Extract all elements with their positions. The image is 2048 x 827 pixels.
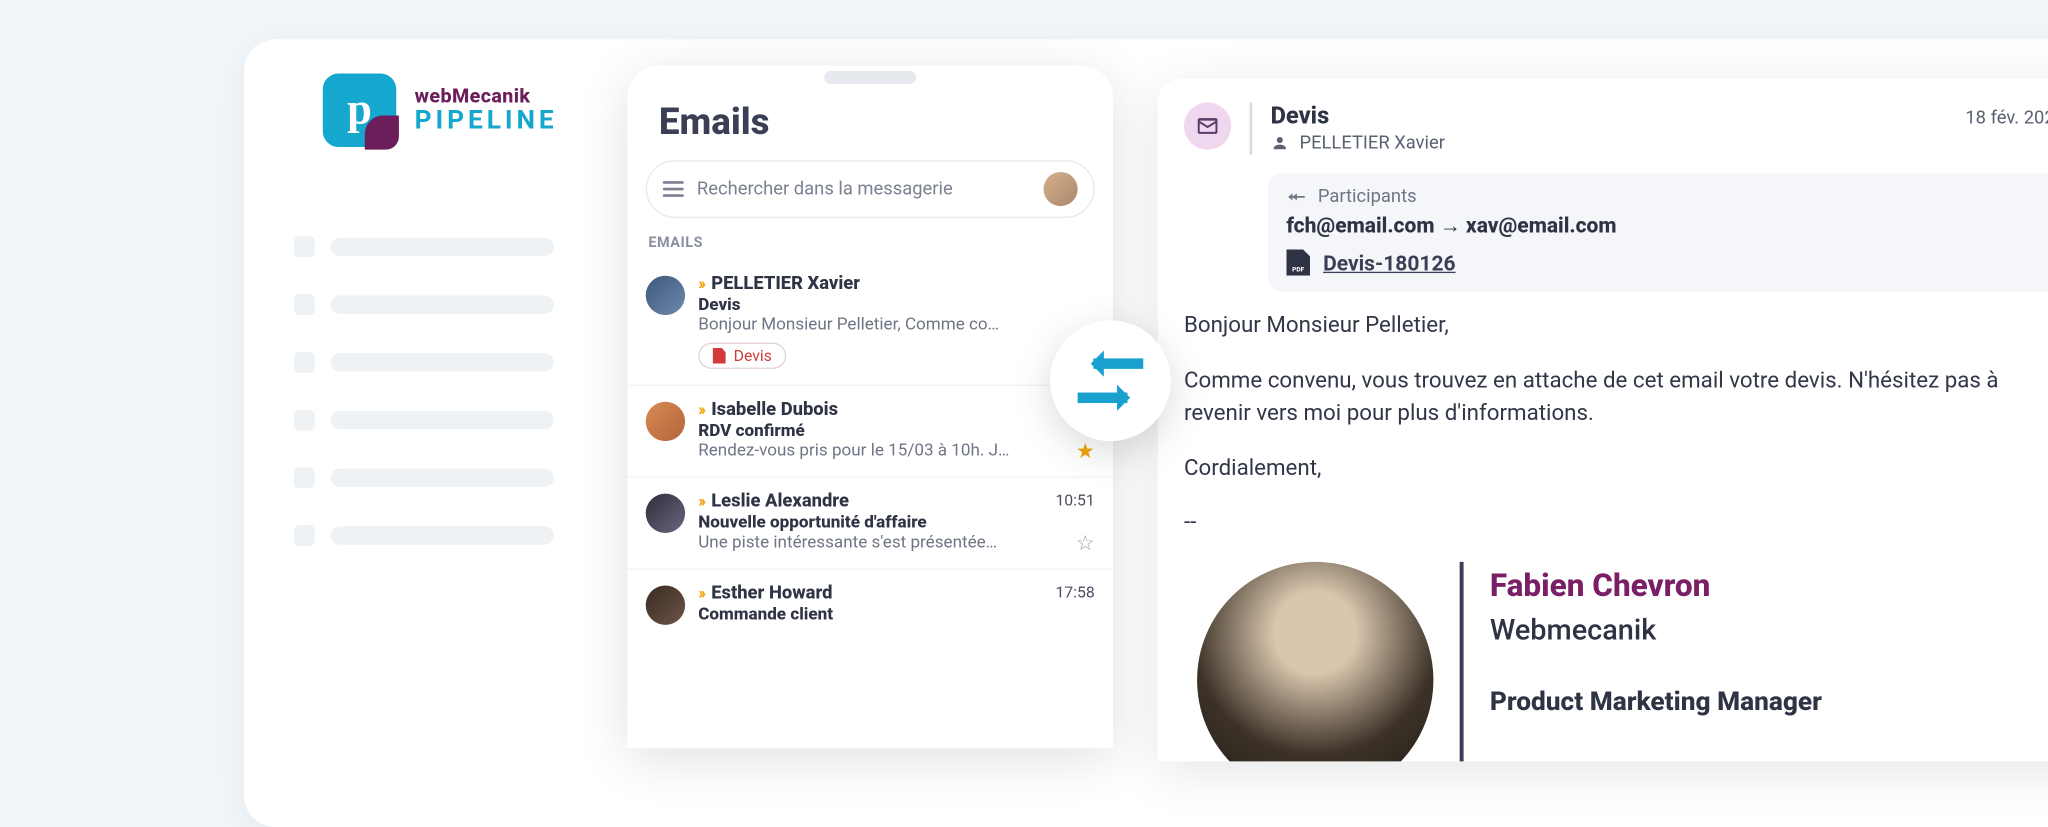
document-icon [713, 348, 726, 364]
sender-name: Leslie Alexandre [711, 491, 849, 512]
email-list-panel: Emails Rechercher dans la messagerie EMA… [627, 66, 1113, 749]
signature-role: Product Marketing Manager [1490, 681, 1822, 720]
signature-name: Fabien Chevron [1490, 561, 1822, 608]
brand-logo: p webMecanik PIPELINE [323, 74, 558, 148]
sender-avatar [646, 276, 685, 315]
email-preview: Bonjour Monsieur Pelletier, Comme co… [698, 315, 1039, 335]
email-item[interactable]: ›› PELLETIER Xavier Devis Bonjour Monsie… [627, 260, 1113, 385]
attachment-chip-label: Devis [734, 347, 772, 365]
participant-to: xav@email.com [1466, 213, 1617, 238]
reply-all-icon [1286, 186, 1307, 207]
email-item[interactable]: ›› Esther Howard Commande client 17:58 [627, 568, 1113, 640]
attachment-link[interactable]: Devis-180126 [1323, 250, 1455, 275]
pdf-icon [1286, 249, 1310, 275]
sidebar-skeleton [294, 236, 554, 583]
body-paragraph: Comme convenu, vous trouvez en attache d… [1184, 364, 2024, 431]
signature-block: Fabien Chevron Webmecanik Product Market… [1197, 561, 2048, 761]
email-time: 17:58 [1055, 583, 1094, 601]
email-preview: Rendez-vous pris pour le 15/03 à 10h. J… [698, 441, 1039, 461]
chevrons-icon: ›› [698, 492, 703, 512]
body-closing: Cordialement, [1184, 452, 2024, 485]
email-time: 10:51 [1055, 491, 1094, 509]
search-input[interactable]: Rechercher dans la messagerie [697, 179, 1030, 200]
email-subject: Commande client [698, 605, 1094, 625]
email-subject: RDV confirmé [698, 421, 1094, 441]
participants-block: Participants fch@email.com → xav@email.c… [1268, 173, 2048, 291]
sender-avatar [646, 402, 685, 441]
menu-icon[interactable] [663, 181, 684, 197]
chevrons-icon: ›› [698, 274, 703, 294]
email-title: Devis [1271, 102, 1947, 130]
chevrons-icon: ›› [698, 584, 703, 604]
person-icon [1271, 134, 1289, 152]
brand-tile: p [323, 74, 397, 148]
sender-name: Esther Howard [711, 583, 832, 604]
email-item[interactable]: ›› Leslie Alexandre Nouvelle opportunité… [627, 477, 1113, 569]
email-list-title: Emails [659, 100, 770, 143]
email-subject: Devis [698, 295, 1094, 315]
section-label: EMAILS [648, 234, 703, 251]
email-subject: Nouvelle opportunité d'affaire [698, 513, 1094, 533]
signature-company: Webmecanik [1490, 608, 1822, 651]
divider [1250, 102, 1253, 155]
sync-icon [1050, 320, 1171, 441]
email-item[interactable]: ›› Isabelle Dubois RDV confirmé Rendez-v… [627, 385, 1113, 477]
star-icon[interactable]: ☆ [1076, 530, 1095, 555]
email-body: ▴ Bonjour Monsieur Pelletier, Comme conv… [1184, 310, 2048, 762]
body-greeting: Bonjour Monsieur Pelletier, [1184, 310, 2024, 343]
sender-name: Isabelle Dubois [711, 399, 838, 420]
mail-icon [1184, 102, 1231, 149]
profile-avatar[interactable] [1043, 172, 1077, 206]
email-list: ›› PELLETIER Xavier Devis Bonjour Monsie… [627, 260, 1113, 641]
email-detail-panel: Devis PELLETIER Xavier 18 fév. 2025 à 15… [1158, 79, 2048, 762]
email-timestamp: 18 fév. 2025 à 15:22 [1965, 108, 2048, 129]
sender-name: PELLETIER Xavier [711, 273, 860, 294]
sender-avatar [646, 586, 685, 625]
participant-from: fch@email.com [1286, 213, 1434, 238]
email-person: PELLETIER Xavier [1299, 133, 1444, 154]
device-notch [824, 71, 916, 84]
chevrons-icon: ›› [698, 400, 703, 420]
arrow-right-icon: → [1440, 213, 1461, 238]
search-bar[interactable]: Rechercher dans la messagerie [646, 160, 1095, 218]
sender-avatar [646, 494, 685, 533]
participants-label: Participants [1318, 186, 1417, 207]
brand-wordmark-bottom: PIPELINE [415, 107, 558, 135]
attachment-chip[interactable]: Devis [698, 343, 786, 369]
star-icon[interactable]: ★ [1076, 438, 1095, 463]
email-preview: Une piste intéressante s'est présentée… [698, 533, 1039, 553]
body-separator: -- [1184, 507, 2024, 540]
signature-portrait [1197, 561, 1433, 761]
